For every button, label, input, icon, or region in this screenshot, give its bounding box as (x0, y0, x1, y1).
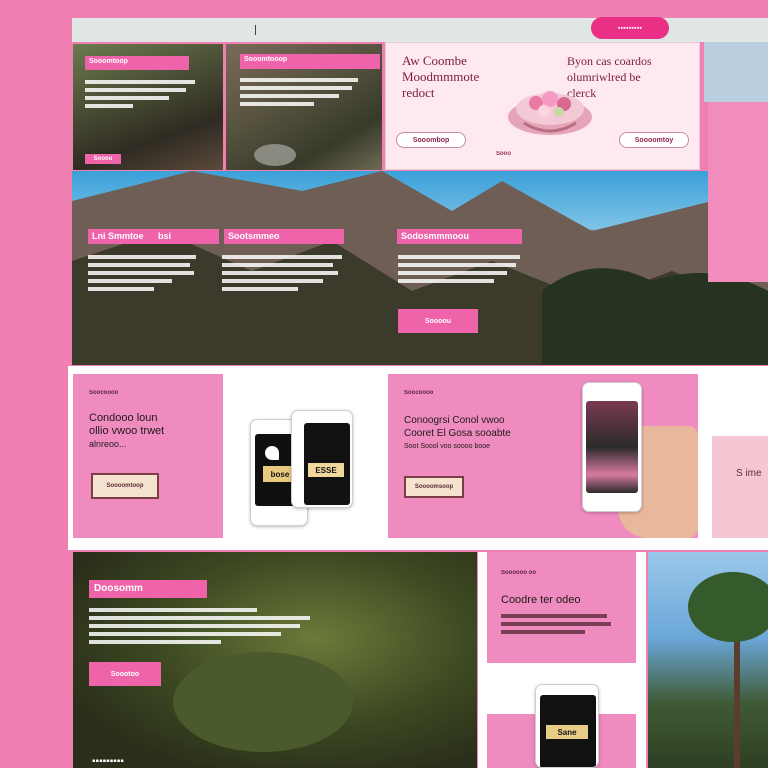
photo-tile-2-text (240, 78, 364, 110)
bottom-pink-card: Soooooo oo Coodre ter odeo (487, 552, 636, 663)
promo-card-1-caption: Soocoooo (89, 390, 119, 396)
mountain-text-3 (398, 255, 526, 287)
photo-tile-1-text (85, 80, 205, 112)
phone-1-icon (265, 446, 279, 460)
promo-card-2: Soocoooo Conoogrsi Conol vwoo Cooret El … (388, 374, 698, 538)
right-pink-block (708, 102, 768, 282)
flower-bouquet-image (504, 79, 596, 139)
mountain-tag-3: Sodosmmmoou (397, 229, 522, 244)
tree-canopy (688, 572, 768, 642)
forest-button[interactable]: Soootoo (89, 662, 161, 686)
mountain-text-1 (88, 255, 208, 295)
forest-text (89, 608, 329, 648)
phone-mockup-4: Sane (535, 684, 599, 768)
phone-2-label: ESSE (308, 463, 344, 477)
promo-card-1-button[interactable]: Soooomtoop (91, 473, 159, 499)
hero-left-title: Aw Coombe Moodmmmote redoct (402, 53, 480, 100)
forest-tag: Doosomm (89, 580, 207, 598)
phone-mockup-2: ESSE (291, 410, 353, 508)
hero-right-button[interactable]: Soooomtoy (619, 132, 689, 148)
photo-tile-1-button[interactable]: Sooou (85, 154, 121, 164)
hero-card: Aw Coombe Moodmmmote redoct Byon cas coa… (385, 42, 700, 170)
promo-card-2-caption: Soocoooo (404, 390, 434, 396)
hero-caption: Sooo (496, 151, 511, 157)
forest-bush (173, 652, 353, 752)
side-teaser-card: S ime (712, 436, 768, 538)
right-edge-panel (704, 42, 768, 102)
top-cta-button[interactable]: ▪▪▪▪▪▪▪▪▪ (591, 17, 669, 39)
promo-card-2-title: Conoogrsi Conol vwoo Cooret El Gosa sooa… (404, 415, 511, 450)
footer-text: ▪▪▪▪▪▪▪▪▪ (92, 756, 124, 767)
photo-tile-1[interactable]: Sooomtoop Sooou (73, 44, 223, 170)
promo-card-2-button[interactable]: Soooomsoop (404, 476, 464, 498)
bottom-card-title: Coodre ter odeo (501, 594, 581, 606)
mountain-text-2 (222, 255, 348, 295)
mountain-tag-2: Sootsmmeo (224, 229, 344, 244)
tree-panel (648, 552, 768, 768)
phone-mockup-3 (582, 382, 642, 512)
photo-tile-2-rock (254, 144, 296, 166)
mountain-button[interactable]: Soooou (398, 309, 478, 333)
photo-tile-2-tag: Sooomtooop (240, 54, 380, 69)
mountain-tag-1: Lni Smmtoe bsi (88, 229, 219, 244)
promo-card-1-title: Condooo loun ollio vwoo trwet alnreoo... (89, 412, 165, 449)
mountain-panorama: Lni Smmtoe bsi Sootsmmeo Sodosmmmoou Soo… (72, 171, 768, 365)
photo-tile-1-tag: Sooomtoop (85, 56, 189, 70)
nav-divider (255, 25, 256, 35)
photo-tile-2[interactable]: Sooomtooop (226, 44, 382, 170)
bottom-card-text (501, 614, 621, 638)
promo-card-1: Soocoooo Condooo loun ollio vwoo trwet a… (73, 374, 223, 538)
forest-panel: Doosomm Soootoo (73, 552, 477, 768)
phone-4-label: Sane (546, 725, 588, 739)
bottom-card-caption: Soooooo oo (501, 570, 536, 576)
side-teaser-text: S ime (736, 468, 762, 479)
hero-left-button[interactable]: Sooombop (396, 132, 466, 148)
